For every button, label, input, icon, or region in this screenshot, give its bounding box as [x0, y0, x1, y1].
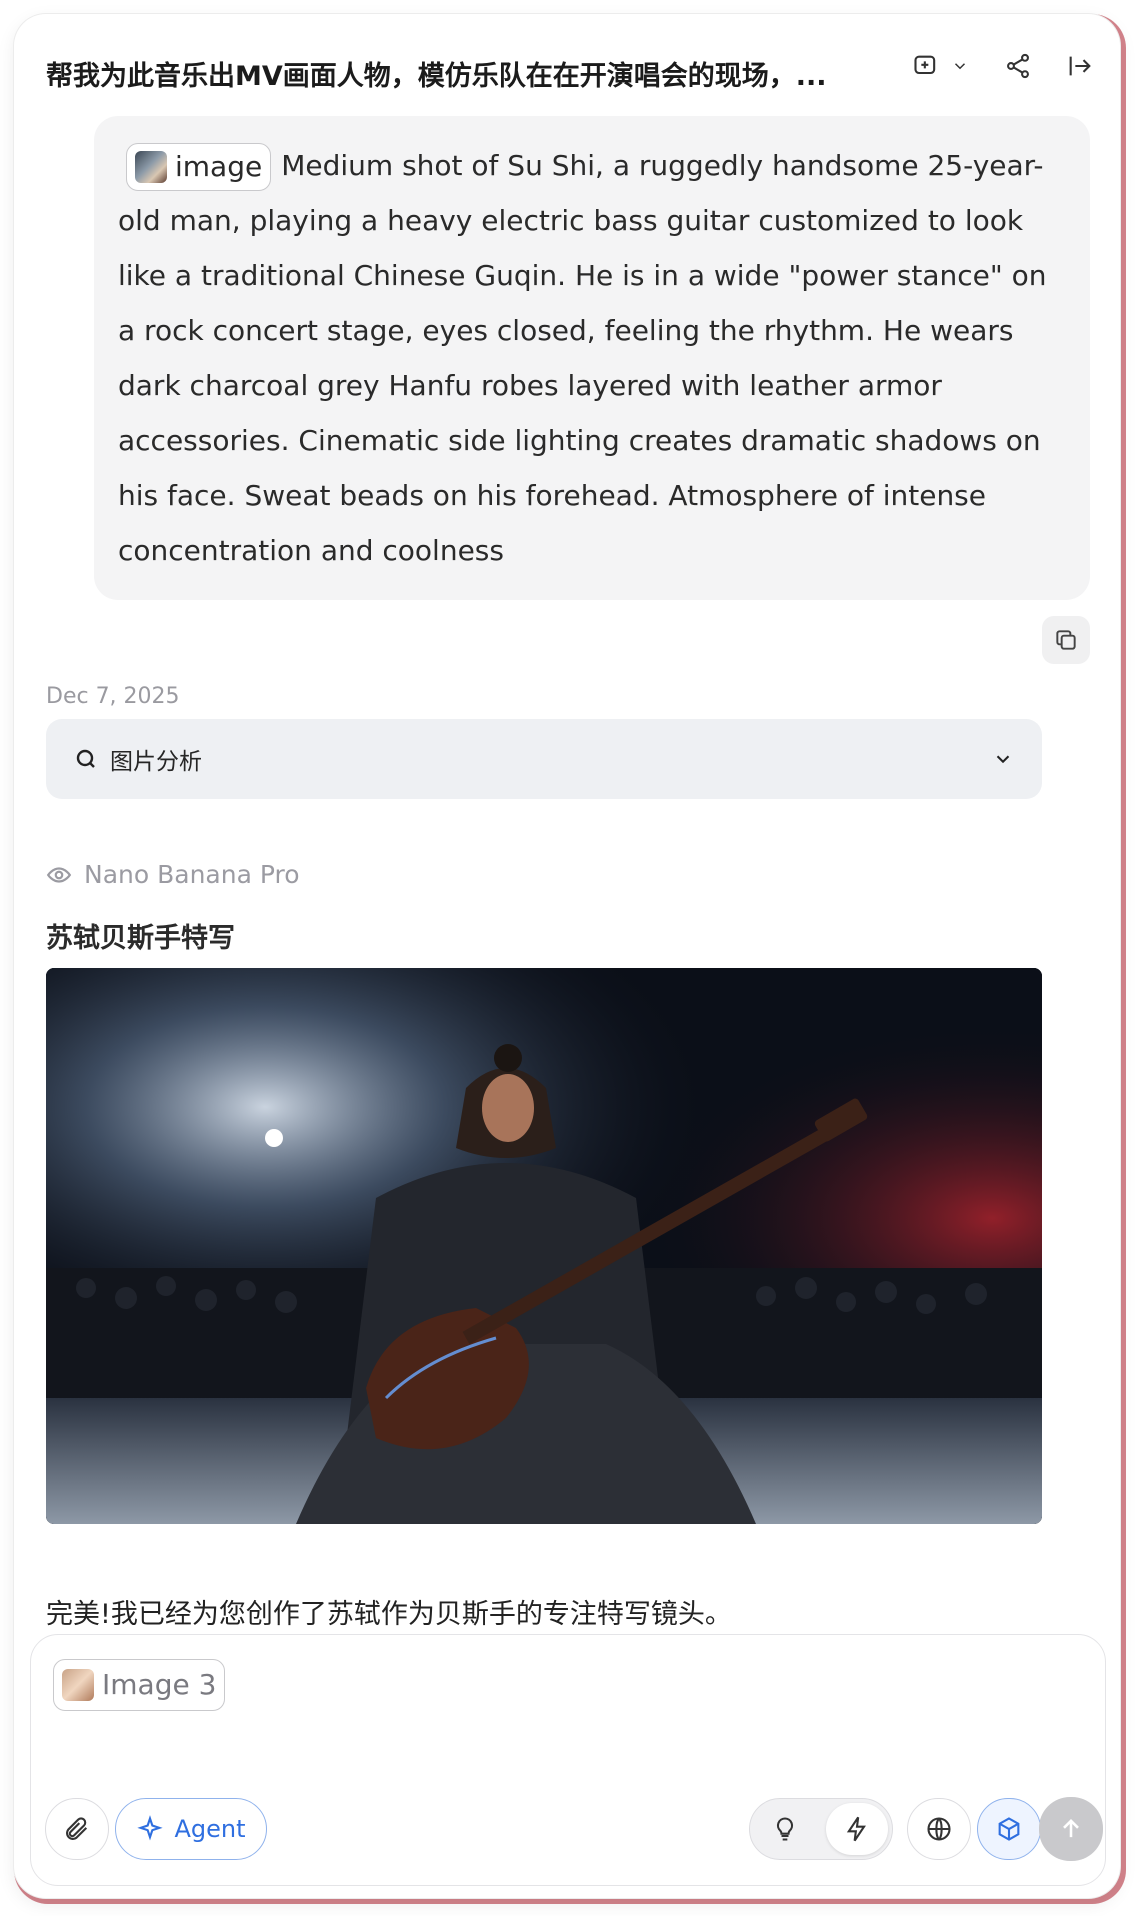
- sparkle-icon: [137, 1815, 164, 1841]
- result-title: 苏轼贝斯手特写: [46, 923, 235, 954]
- attachment-thumbnail: [62, 1669, 94, 1701]
- cube-icon: [998, 1817, 1020, 1841]
- generated-image-illustration: [46, 968, 1042, 1524]
- image-attachment-chip[interactable]: image: [126, 143, 272, 191]
- exit-icon: [1069, 56, 1091, 76]
- paperclip-icon: [66, 1817, 88, 1840]
- arrow-up-icon: [1063, 1819, 1079, 1838]
- image-analysis-dropdown[interactable]: 图片分析: [46, 719, 1042, 799]
- attachment-label: Image 3: [102, 1668, 217, 1701]
- 3d-model-button[interactable]: [977, 1798, 1041, 1860]
- assistant-message: 完美!我已经为您创作了苏轼作为贝斯手的专注特写镜头。: [46, 1599, 732, 1630]
- share-icon: [1007, 53, 1029, 79]
- user-prompt-bubble: image Medium shot of Su Shi, a ruggedly h…: [94, 116, 1090, 600]
- web-search-button[interactable]: [907, 1798, 971, 1860]
- lightning-icon: [846, 1816, 866, 1842]
- agent-button[interactable]: Agent: [115, 1798, 267, 1860]
- exit-button[interactable]: [1058, 44, 1102, 88]
- new-chat-icon: [914, 55, 936, 75]
- share-button[interactable]: [996, 44, 1040, 88]
- think-mode-option[interactable]: [754, 1803, 816, 1855]
- message-date: Dec 7, 2025: [46, 684, 180, 709]
- lightbulb-icon: [776, 1817, 794, 1841]
- globe-icon: [927, 1817, 951, 1841]
- model-name: Nano Banana Pro: [84, 860, 300, 889]
- message-composer[interactable]: Image 3 Agent: [30, 1634, 1106, 1886]
- model-indicator: Nano Banana Pro: [46, 860, 300, 889]
- prompt-text: Medium shot of Su Shi, a ruggedly handso…: [118, 149, 1047, 567]
- fast-mode-option[interactable]: [826, 1803, 888, 1855]
- image-chip-label: image: [175, 150, 263, 183]
- new-chat-dropdown[interactable]: [946, 44, 974, 88]
- new-chat-button[interactable]: [904, 44, 948, 88]
- attach-button[interactable]: [45, 1798, 109, 1860]
- mode-toggle[interactable]: [749, 1798, 893, 1860]
- header: 帮我为此音乐出MV画面人物，模仿乐队在在开演唱会的现场，...: [14, 14, 1120, 108]
- eye-icon: [46, 866, 72, 883]
- agent-label: Agent: [174, 1815, 246, 1843]
- chat-panel: 帮我为此音乐出MV画面人物，模仿乐队在在开演唱会的现场，... image Med…: [14, 14, 1120, 1898]
- copy-button[interactable]: [1042, 616, 1090, 664]
- chevron-down-icon: [954, 63, 966, 70]
- conversation-title: 帮我为此音乐出MV画面人物，模仿乐队在在开演唱会的现场，...: [46, 61, 827, 92]
- analysis-label: 图片分析: [110, 749, 202, 775]
- image-thumbnail: [135, 151, 167, 183]
- generated-image[interactable]: [46, 968, 1042, 1524]
- copy-icon: [1056, 630, 1076, 650]
- send-button[interactable]: [1039, 1797, 1103, 1861]
- chevron-down-icon: [996, 755, 1010, 764]
- attachment-chip[interactable]: Image 3: [53, 1659, 226, 1711]
- analysis-icon: [76, 749, 95, 768]
